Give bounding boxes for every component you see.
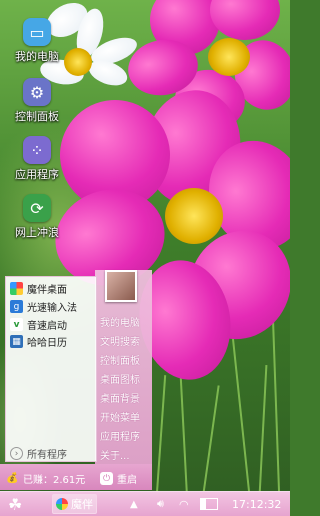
desktop-icon-my-computer[interactable]: ▭ 我的电脑	[6, 18, 68, 64]
clover-icon: ☘	[8, 494, 23, 514]
desktop-icon-browser[interactable]: ⟳ 网上冲浪	[6, 194, 68, 240]
menu-item-moban-desktop[interactable]: 魔伴桌面	[10, 281, 67, 296]
money-bag-icon: 💰	[6, 473, 19, 484]
user-avatar[interactable]	[105, 270, 137, 302]
taskbar: ☘ 魔伴 ▲ 🔊︎ ◠ 17:12:32	[0, 491, 290, 516]
menu-item-calendar[interactable]: ▦ 哈哈日历	[10, 334, 67, 349]
apps-icon: ⁘	[23, 136, 51, 164]
desktop-icon-applications[interactable]: ⁘ 应用程序	[6, 136, 68, 182]
start-button[interactable]: ☘	[8, 492, 22, 516]
menu-item-label: 光速输入法	[27, 303, 77, 314]
menu-item-label: 音速启动	[27, 321, 67, 332]
restart-button[interactable]: ⏻ 重启	[100, 471, 137, 486]
menu-link-desktop-background[interactable]: 桌面背景	[100, 390, 140, 405]
earned-status: 💰 已赚：2.61元	[6, 471, 85, 486]
launcher-icon: v	[10, 318, 23, 331]
restart-label: 重启	[117, 475, 137, 486]
menu-item-label: 哈哈日历	[27, 338, 67, 349]
taskbar-task-moban[interactable]: 魔伴	[52, 492, 97, 516]
desktop-icon-label: 网上冲浪	[15, 226, 59, 239]
wifi-icon: ◠	[179, 497, 189, 511]
battery-icon	[200, 498, 218, 510]
all-programs-button[interactable]: › 所有程序	[10, 446, 67, 461]
menu-link-desktop-icons[interactable]: 桌面图标	[100, 371, 140, 386]
menu-link-applications[interactable]: 应用程序	[100, 428, 140, 443]
task-label: 魔伴	[71, 498, 93, 511]
calendar-icon: ▦	[10, 335, 23, 348]
menu-link-start-menu[interactable]: 开始菜单	[100, 409, 140, 424]
pinwheel-icon	[56, 498, 68, 510]
power-icon: ⏻	[100, 472, 113, 485]
tray-expand-button[interactable]: ▲	[130, 492, 138, 516]
arrow-right-icon: ›	[10, 447, 23, 460]
start-menu: 魔伴桌面 g 光速输入法 v 音速启动 ▦ 哈哈日历 › 所有程序 我的电脑 文…	[0, 270, 152, 490]
menu-link-search[interactable]: 文明搜索	[100, 333, 140, 348]
all-programs-label: 所有程序	[27, 450, 67, 461]
desktop-icon-control-panel[interactable]: ⚙ 控制面板	[6, 78, 68, 124]
desktop-icon-label: 控制面板	[15, 110, 59, 123]
desktop-icon-label: 应用程序	[15, 168, 59, 181]
clock[interactable]: 17:12:32	[232, 492, 281, 516]
monitor-icon: ▭	[23, 18, 51, 46]
desktop-icon-label: 我的电脑	[15, 50, 59, 63]
input-method-icon: g	[10, 300, 23, 313]
wifi-button[interactable]: ◠	[179, 492, 189, 516]
control-panel-icon: ⚙	[23, 78, 51, 106]
earned-label: 已赚：2.61元	[23, 475, 86, 486]
caret-up-icon: ▲	[130, 498, 138, 510]
menu-item-input-method[interactable]: g 光速输入法	[10, 299, 77, 314]
pinwheel-icon	[10, 282, 23, 295]
menu-item-launcher[interactable]: v 音速启动	[10, 317, 67, 332]
menu-link-about[interactable]: 关于...	[100, 447, 130, 462]
browser-icon: ⟳	[23, 194, 51, 222]
menu-item-label: 魔伴桌面	[27, 285, 67, 296]
speaker-icon: 🔊︎	[157, 497, 164, 510]
volume-button[interactable]: 🔊︎	[157, 492, 164, 516]
menu-link-my-computer[interactable]: 我的电脑	[100, 314, 140, 329]
menu-link-control-panel[interactable]: 控制面板	[100, 352, 140, 367]
battery-indicator[interactable]	[200, 492, 218, 516]
